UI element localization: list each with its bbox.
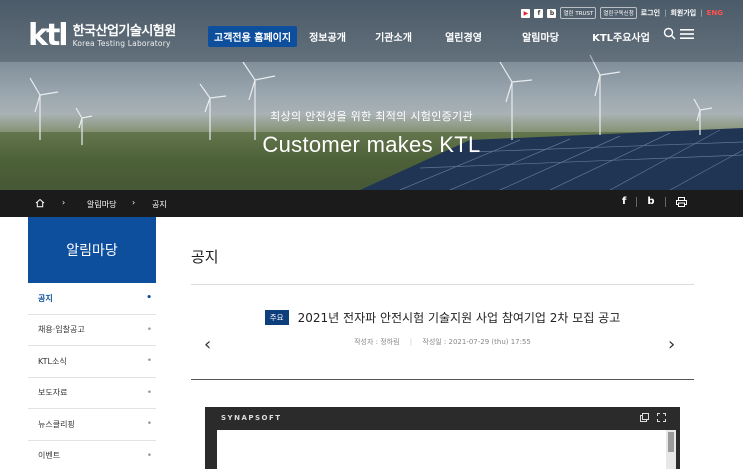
hero-subtitle: 최상의 안전성을 위한 최적의 시험인증기관 bbox=[270, 110, 473, 123]
menu-icon[interactable] bbox=[680, 28, 694, 40]
sidebar-item-label: 공지 bbox=[38, 293, 53, 303]
logo-text: 한국산업기술시험원 Korea Testing Laboratory bbox=[72, 23, 177, 49]
fullscreen-icon[interactable] bbox=[657, 413, 666, 422]
search-icon[interactable] bbox=[663, 27, 676, 40]
sidebar-item-ktl-news[interactable]: KTL소식 • bbox=[28, 346, 156, 378]
nav-tools bbox=[663, 27, 694, 40]
sidebar-title: 알림마당 bbox=[28, 217, 156, 283]
page-title: 공지 bbox=[191, 248, 219, 266]
home-icon[interactable] bbox=[35, 198, 45, 208]
sidebar-item-label: 채용·입찰공고 bbox=[38, 325, 85, 335]
sidebar-menu: 공지 • 채용·입찰공고 • KTL소식 • 보도자료 • 뉴스클리핑 • 이벤트 • bbox=[28, 283, 156, 469]
nav-item-about[interactable]: 기관소개 bbox=[375, 29, 445, 44]
print-icon[interactable] bbox=[675, 196, 687, 207]
nav-item-info-disclosure[interactable]: 정보공개 bbox=[309, 29, 375, 44]
bullet-icon: • bbox=[146, 387, 152, 398]
english-link[interactable]: ENG bbox=[707, 9, 723, 17]
sidebar-item-event[interactable]: 이벤트 • bbox=[28, 441, 156, 469]
bullet-icon: • bbox=[146, 450, 152, 461]
util-separator: | bbox=[700, 9, 703, 17]
login-link[interactable]: 로그인 bbox=[641, 8, 660, 18]
share-separator bbox=[636, 196, 638, 207]
subscription-link[interactable]: 열린구독신청 bbox=[600, 7, 637, 19]
sidebar-item-label: 뉴스클리핑 bbox=[38, 419, 75, 429]
breadcrumb-level2[interactable]: 공지 bbox=[152, 199, 167, 210]
copy-icon[interactable] bbox=[640, 413, 649, 422]
important-badge: 주요 bbox=[264, 310, 289, 325]
viewer-brand: SYNAPSOFT bbox=[221, 414, 282, 422]
bullet-icon: • bbox=[146, 356, 152, 367]
viewer-toolbar: SYNAPSOFT bbox=[205, 407, 680, 429]
breadcrumb-level1[interactable]: 알림마당 bbox=[87, 199, 116, 210]
post-date: 작성일 : 2021-07-29 (thu) 17:55 bbox=[422, 338, 531, 346]
open-trust-link[interactable]: 열린 TRUST bbox=[560, 7, 597, 19]
sidebar-item-press[interactable]: 보도자료 • bbox=[28, 378, 156, 409]
bullet-icon: • bbox=[146, 324, 152, 335]
bullet-icon: • bbox=[146, 419, 152, 430]
meta-separator: | bbox=[409, 338, 413, 346]
post-author: 작성자 : 정하림 bbox=[354, 338, 400, 346]
document-viewer: SYNAPSOFT bbox=[205, 407, 680, 469]
utility-links: ▶ f b 열린 TRUST 열린구독신청 로그인 | 회원가입 | ENG bbox=[521, 7, 723, 19]
nav-item-notice-board[interactable]: 알림마당 bbox=[522, 29, 592, 44]
sidebar-item-label: 이벤트 bbox=[38, 451, 61, 461]
ktl-logo[interactable]: ktl 한국산업기술시험원 Korea Testing Laboratory bbox=[28, 21, 176, 51]
chevron-right-icon: › bbox=[62, 198, 66, 207]
join-link[interactable]: 회원가입 bbox=[670, 8, 696, 18]
viewer-page bbox=[217, 430, 666, 469]
util-separator: | bbox=[664, 9, 667, 17]
next-post-arrow-icon[interactable]: › bbox=[668, 334, 675, 355]
chevron-right-icon: › bbox=[132, 198, 136, 207]
main-navigation: 고객전용 홈페이지 정보공개 기관소개 열린경영 알림마당 KTL주요사업 bbox=[208, 26, 650, 47]
sidebar-item-news-clipping[interactable]: 뉴스클리핑 • bbox=[28, 409, 156, 441]
bullet-icon: • bbox=[146, 293, 152, 304]
sidebar-item-recruit-bid[interactable]: 채용·입찰공고 • bbox=[28, 315, 156, 346]
customer-homepage-button[interactable]: 고객전용 홈페이지 bbox=[208, 26, 298, 47]
breadcrumb: › 알림마당 › 공지 f b bbox=[0, 190, 743, 217]
scrollbar-thumb[interactable] bbox=[668, 432, 674, 452]
blog-share-icon[interactable]: b bbox=[647, 196, 654, 207]
blog-icon[interactable]: b bbox=[547, 8, 557, 18]
facebook-share-icon[interactable]: f bbox=[622, 196, 626, 207]
sidebar-item-label: KTL소식 bbox=[38, 356, 67, 366]
nav-item-main-business[interactable]: KTL주요사업 bbox=[592, 29, 650, 44]
sidebar-item-notice[interactable]: 공지 • bbox=[28, 283, 156, 315]
post-header: 주요 2021년 전자파 안전시험 기술지원 사업 참여기업 2차 모집 공고 bbox=[191, 307, 694, 326]
logo-english-name: Korea Testing Laboratory bbox=[72, 38, 171, 48]
post-meta: 작성자 : 정하림 | 작성일 : 2021-07-29 (thu) 17:55 bbox=[191, 337, 694, 347]
logo-korean-name: 한국산업기술시험원 bbox=[72, 23, 177, 39]
nav-item-open-management[interactable]: 열린경영 bbox=[445, 29, 522, 44]
meta-divider bbox=[191, 379, 694, 380]
hero-banner: ktl 한국산업기술시험원 Korea Testing Laboratory ▶… bbox=[0, 0, 743, 190]
youtube-icon[interactable]: ▶ bbox=[521, 8, 531, 18]
hero-title: Customer makes KTL bbox=[262, 132, 481, 157]
sidebar-item-label: 보도자료 bbox=[38, 388, 68, 398]
title-divider bbox=[191, 284, 694, 285]
previous-post-arrow-icon[interactable]: ‹ bbox=[204, 334, 211, 355]
facebook-icon[interactable]: f bbox=[534, 8, 544, 18]
logo-mark: ktl bbox=[28, 18, 69, 53]
share-separator bbox=[664, 196, 666, 207]
share-tools: f b bbox=[622, 196, 687, 207]
viewer-tools bbox=[640, 413, 666, 422]
post-subject: 2021년 전자파 안전시험 기술지원 사업 참여기업 2차 모집 공고 bbox=[297, 311, 621, 325]
viewer-scrollbar[interactable] bbox=[666, 430, 676, 469]
